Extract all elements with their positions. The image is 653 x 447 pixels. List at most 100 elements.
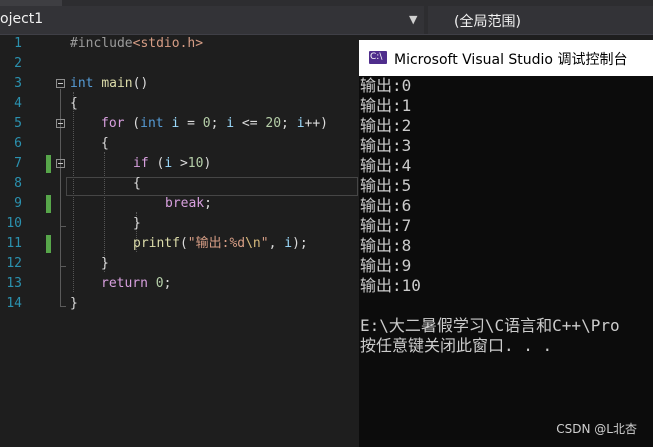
code-line: break; [165, 194, 212, 214]
line-number: 7 [14, 156, 22, 171]
console-output-line: 输出:6 [360, 196, 412, 215]
code-token: { [133, 176, 141, 191]
console-output-line: 输出:4 [360, 156, 412, 175]
change-marker [46, 155, 51, 173]
code-token: ; [204, 196, 212, 211]
chevron-down-icon: ▼ [409, 13, 418, 26]
code-token: } [70, 296, 78, 311]
code-token: () [132, 76, 149, 91]
console-output-line: 输出:9 [360, 256, 412, 275]
line-number: 13 [6, 276, 22, 291]
code-token: for [101, 116, 125, 131]
line-number: 4 [14, 96, 22, 111]
line-number: 2 [14, 56, 22, 71]
code-line: #include<stdio.h> [70, 34, 203, 54]
line-number: 6 [14, 136, 22, 151]
code-token: ( [148, 156, 165, 171]
code-token: i [164, 156, 173, 171]
code-line: { [70, 94, 78, 114]
fold-guide-end [60, 226, 66, 227]
code-token: "输出:%d [187, 236, 246, 251]
current-line-highlight [66, 177, 358, 196]
code-token: 0 [155, 276, 164, 291]
line-number: 3 [14, 76, 22, 91]
line-number: 12 [6, 256, 22, 271]
code-token: <= [234, 116, 266, 131]
code-token: return [101, 276, 148, 291]
code-token: } [101, 256, 109, 271]
code-token: main [101, 76, 133, 91]
code-token: ; [210, 116, 227, 131]
code-line: } [101, 254, 109, 274]
line-number: 9 [14, 196, 22, 211]
console-output-line: 输出:0 [360, 76, 412, 95]
line-number: 1 [14, 36, 22, 51]
code-line: if (i >10) [133, 154, 211, 174]
code-line: { [133, 174, 141, 194]
code-token: int [140, 116, 164, 131]
change-marker [46, 235, 51, 253]
scope-dropdown-label: (全局范围) [454, 14, 521, 30]
console-title-bar[interactable]: C:\ Microsoft Visual Studio 调试控制台 [359, 40, 653, 76]
collapse-icon[interactable] [56, 79, 65, 88]
watermark: CSDN @L北杏 [556, 422, 637, 436]
fold-guide-end [60, 266, 66, 267]
code-line: { [101, 134, 109, 154]
code-token: break [165, 196, 205, 211]
code-token: ; [281, 116, 297, 131]
code-token: 20 [265, 116, 282, 131]
scope-dropdown[interactable]: (全局范围) [428, 6, 653, 34]
fold-guide-line [60, 169, 61, 226]
collapse-icon[interactable] [56, 159, 65, 168]
code-token: ) [203, 156, 212, 171]
code-token: \n [245, 236, 261, 251]
code-token: ( [179, 236, 188, 251]
line-number: 14 [6, 296, 22, 311]
collapse-icon[interactable] [56, 119, 65, 128]
code-token: #include [70, 36, 133, 51]
code-line: } [70, 294, 78, 314]
console-output-line: 输出:10 [360, 276, 421, 295]
console-output-line: 输出:8 [360, 236, 412, 255]
console-output-line: 输出:2 [360, 116, 412, 135]
console-output-line: 输出:5 [360, 176, 412, 195]
project-dropdown-label: oject1 [0, 11, 44, 27]
code-token: i [296, 116, 305, 131]
code-line: for (int i = 0; i <= 20; i++) [101, 114, 328, 134]
line-number: 5 [14, 116, 22, 131]
code-token: ); [292, 236, 308, 251]
code-token: " [260, 236, 269, 251]
code-token: 0 [202, 116, 211, 131]
project-dropdown[interactable]: oject1 ▼ [0, 6, 424, 34]
console-output: 输出:0 输出:1 输出:2 输出:3 输出:4 输出:5 输出:6 输出:7 输出:8 输出:9… [359, 76, 653, 447]
line-number: 10 [6, 216, 22, 231]
console-output-line: 按任意键关闭此窗口. . . [360, 336, 553, 355]
code-token: > [172, 156, 188, 171]
code-token: ( [124, 116, 141, 131]
console-output-line: E:\大二暑假学习\C语言和C++\Pro [360, 316, 620, 335]
console-title: Microsoft Visual Studio 调试控制台 [394, 52, 628, 68]
change-marker [46, 195, 51, 213]
debug-console-window[interactable]: C:\ Microsoft Visual Studio 调试控制台 输出:0 输出… [359, 40, 653, 447]
navigation-bar: oject1 ▼ (全局范围) [0, 6, 653, 35]
code-token: , [268, 236, 285, 251]
code-line: int main() [70, 74, 148, 94]
code-token: ; [163, 276, 172, 291]
console-output-line: 输出:1 [360, 96, 412, 115]
code-line: return 0; [101, 274, 171, 294]
code-token: if [133, 156, 149, 171]
console-output-line: 输出:7 [360, 216, 412, 235]
code-token: i [284, 236, 293, 251]
code-line: printf("输出:%d\n", i); [133, 234, 308, 254]
code-token: { [101, 136, 109, 151]
code-token: { [70, 96, 78, 111]
console-app-icon: C:\ [369, 51, 387, 64]
code-token: 10 [187, 156, 204, 171]
code-token: i [226, 116, 235, 131]
console-output-line: 输出:3 [360, 136, 412, 155]
code-line: } [133, 214, 141, 234]
line-number: 11 [6, 236, 22, 251]
code-token: printf [133, 236, 180, 251]
code-token: ++) [304, 116, 329, 131]
